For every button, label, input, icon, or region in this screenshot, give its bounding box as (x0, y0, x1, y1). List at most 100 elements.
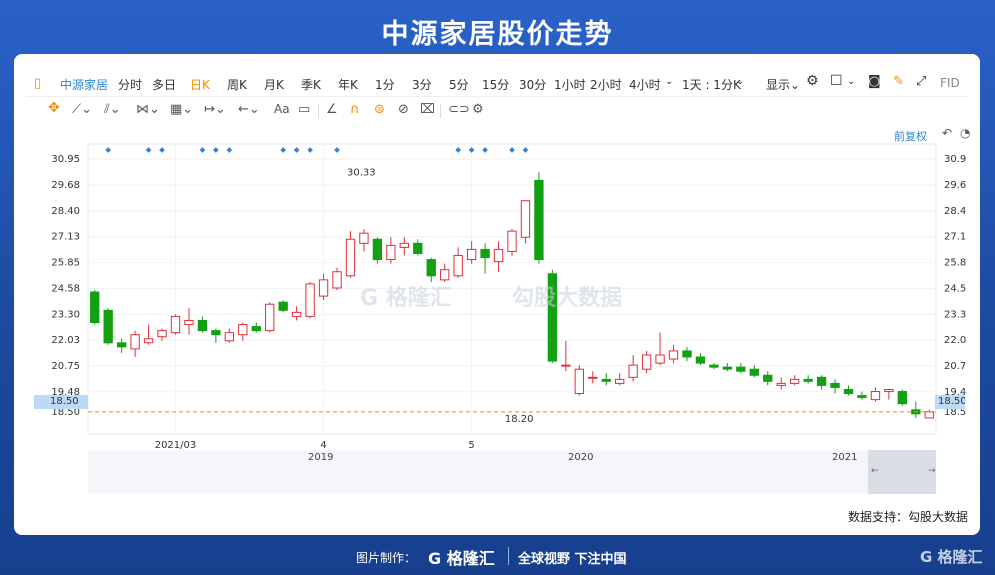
y-tick-label: 28.40 (51, 206, 80, 217)
candle-body (655, 354, 665, 364)
candle-body (776, 382, 786, 386)
candle-body (816, 376, 827, 386)
watermark-gogudata: 勾股大数据 (512, 286, 623, 311)
navigator-left-handle-icon[interactable]: ← (871, 466, 879, 476)
candle-body (332, 271, 342, 289)
candle-body (184, 319, 194, 326)
event-marker (226, 147, 233, 153)
y-tick-label-right: 28.4 (944, 206, 966, 217)
footer-slogan: 全球视野 下注中国 (518, 552, 627, 567)
event-marker (293, 147, 300, 153)
candle-body (588, 376, 598, 379)
candle-body (561, 364, 571, 367)
footer: 图片制作： G 格隆汇 全球视野 下注中国 G 格隆汇 (0, 541, 995, 571)
candle-body (736, 366, 746, 372)
high-price-label: 30.33 (347, 168, 376, 179)
candle-body (359, 232, 369, 244)
candle-body (870, 391, 881, 401)
candle-body (386, 244, 396, 261)
navigator-label: 2019 (308, 452, 334, 463)
current-price-tag-right: 18.50 (935, 395, 965, 409)
event-marker (280, 147, 287, 153)
candle-body (238, 324, 248, 336)
candle-body (291, 311, 302, 317)
y-tick-label: 30.95 (51, 154, 80, 165)
candle-body (520, 200, 531, 238)
candle-body (628, 364, 638, 378)
candle-body (709, 364, 719, 368)
event-marker (213, 147, 219, 153)
y-tick-label: 25.85 (51, 258, 80, 269)
candle-body (116, 342, 127, 348)
candle-body (170, 315, 181, 334)
candle-body (749, 368, 759, 376)
footer-divider (508, 547, 509, 565)
candle-body (897, 391, 908, 405)
candle-body (534, 179, 544, 261)
candle-body (130, 334, 140, 350)
y-tick-label-right: 22.0 (944, 335, 966, 346)
page-title: 中源家居股价走势 (381, 19, 614, 50)
chart-panel: ▯ 中源家居 分时 多日 日K 周K 月K 季K 年K 1分 3分 5分 15分… (14, 54, 980, 535)
y-tick-label-right: 30.9 (944, 154, 966, 165)
y-tick-label-right: 24.5 (944, 283, 966, 294)
y-tick-label-right: 23.3 (944, 309, 966, 320)
y-tick-label: 27.13 (51, 232, 80, 243)
candle-body (224, 332, 235, 342)
candle-body (197, 319, 208, 332)
candle-body (345, 238, 356, 277)
navigator-right-handle-icon[interactable]: → (928, 466, 936, 476)
event-marker (199, 147, 206, 153)
candle-body (695, 356, 706, 364)
event-marker (509, 147, 515, 153)
candle-body (480, 248, 490, 259)
y-tick-label: 23.30 (51, 309, 80, 320)
y-tick-label: 20.75 (51, 361, 80, 372)
candle-body (789, 378, 800, 384)
candle-body (574, 368, 584, 395)
candle-body (413, 242, 423, 254)
candle-body (493, 248, 504, 263)
event-marker (482, 147, 488, 153)
candle-body (615, 378, 625, 384)
event-marker (105, 147, 112, 153)
watermark-gelonghui: G 格隆汇 (360, 286, 452, 311)
candle-body (830, 382, 840, 388)
navigator-label: 2020 (568, 452, 594, 463)
candle-body (857, 395, 867, 399)
candle-body (682, 350, 692, 358)
candle-body (803, 378, 813, 382)
data-credit: 数据支持：勾股大数据 (847, 510, 968, 524)
candle-body (278, 301, 288, 311)
event-marker (334, 147, 340, 153)
candle-body (884, 388, 894, 393)
event-marker (522, 147, 529, 153)
corner-logo: G 格隆汇 (920, 548, 983, 566)
low-price-label: 18.20 (505, 414, 534, 425)
event-marker (145, 147, 152, 153)
candle-body (843, 388, 854, 395)
candle-body (399, 242, 409, 248)
candle-body (251, 326, 261, 332)
y-tick-label-right: 20.7 (944, 361, 966, 372)
candle-body (440, 269, 450, 281)
navigator-label: 2021 (832, 452, 858, 463)
candle-body (318, 279, 329, 297)
event-marker (455, 147, 461, 153)
candle-body (668, 350, 679, 360)
navigator-bar[interactable] (88, 450, 936, 494)
candle-body (641, 354, 652, 370)
event-marker (159, 147, 165, 153)
candle-body (372, 238, 383, 261)
event-marker (468, 147, 475, 153)
y-tick-label: 22.03 (51, 335, 80, 346)
candle-body (426, 259, 436, 277)
candle-body (211, 330, 221, 336)
y-tick-label: 29.68 (51, 180, 80, 191)
candle-body (157, 330, 167, 338)
candle-body (763, 374, 773, 382)
y-tick-label-right: 29.6 (944, 180, 966, 191)
candle-body (305, 283, 315, 317)
candle-body (722, 366, 733, 370)
event-marker (307, 147, 313, 153)
